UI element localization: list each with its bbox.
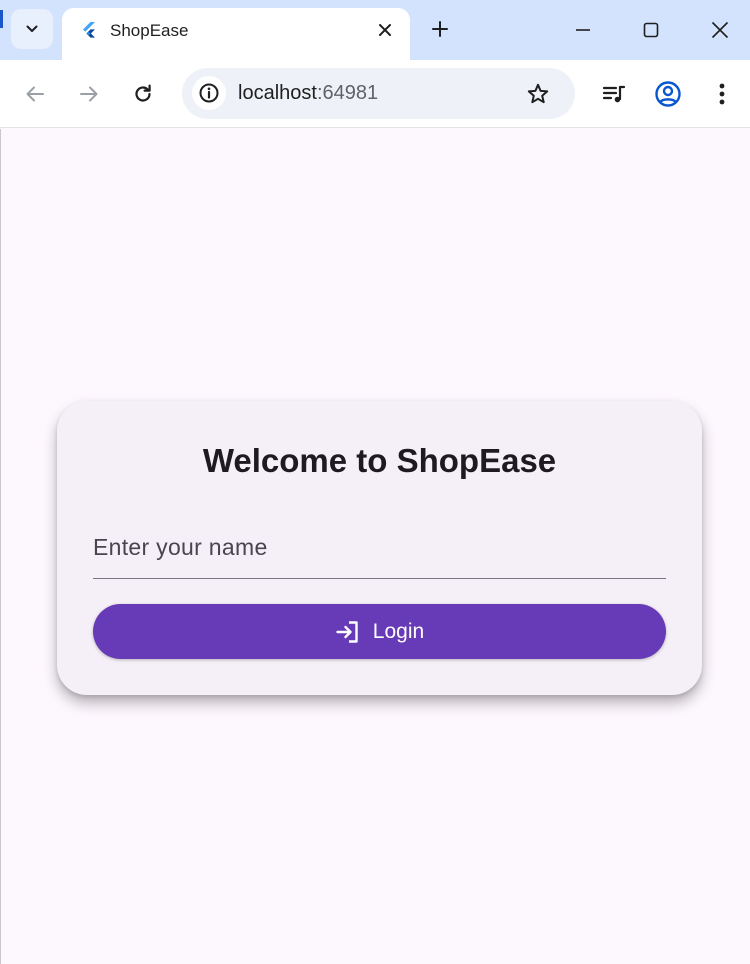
tab-search-button[interactable] — [11, 9, 53, 49]
new-tab-button[interactable] — [426, 15, 454, 43]
media-controls-button[interactable] — [594, 74, 634, 114]
maximize-icon — [643, 22, 659, 38]
account-circle-icon — [655, 81, 681, 107]
address-bar[interactable]: localhost:64981 — [182, 68, 575, 119]
reload-button[interactable] — [123, 74, 163, 114]
url-host: localhost — [238, 82, 317, 104]
browser-toolbar: localhost:64981 — [0, 60, 750, 128]
arrow-right-icon — [80, 86, 98, 102]
more-vert-icon — [719, 83, 725, 105]
bookmark-button[interactable] — [522, 78, 554, 110]
window-close-button[interactable] — [697, 12, 743, 48]
browser-titlebar: ShopEase — [0, 0, 750, 60]
minimize-icon — [576, 29, 590, 31]
tab-title: ShopEase — [110, 21, 189, 40]
login-icon — [335, 619, 361, 645]
name-field[interactable] — [93, 519, 666, 579]
name-input[interactable] — [93, 527, 666, 567]
browser-tab[interactable]: ShopEase — [62, 8, 410, 60]
minimize-button[interactable] — [560, 12, 606, 48]
url-port: :64981 — [316, 82, 379, 104]
back-button[interactable] — [15, 74, 55, 114]
page-viewport: Welcome to ShopEase Login — [0, 129, 750, 964]
star-icon — [527, 83, 549, 104]
plus-icon — [432, 21, 448, 37]
close-icon — [711, 21, 729, 39]
forward-button[interactable] — [69, 74, 109, 114]
maximize-button[interactable] — [628, 12, 674, 48]
queue-music-icon — [602, 85, 626, 103]
arrow-left-icon — [26, 86, 44, 102]
login-label: Login — [372, 619, 425, 643]
login-button[interactable]: Login — [93, 604, 666, 659]
flutter-icon — [83, 22, 95, 38]
profile-button[interactable] — [648, 74, 688, 114]
close-icon — [379, 24, 391, 36]
tab-close-button[interactable] — [374, 19, 396, 41]
url-text: localhost:64981 — [238, 81, 378, 105]
window-edge-marker — [0, 10, 3, 28]
reload-icon — [135, 84, 151, 102]
chevron-down-icon — [26, 25, 38, 32]
site-info-button[interactable] — [192, 76, 226, 110]
login-card: Welcome to ShopEase Login — [57, 401, 702, 695]
welcome-heading: Welcome to ShopEase — [202, 442, 557, 479]
info-icon — [199, 83, 219, 103]
browser-menu-button[interactable] — [702, 74, 742, 114]
